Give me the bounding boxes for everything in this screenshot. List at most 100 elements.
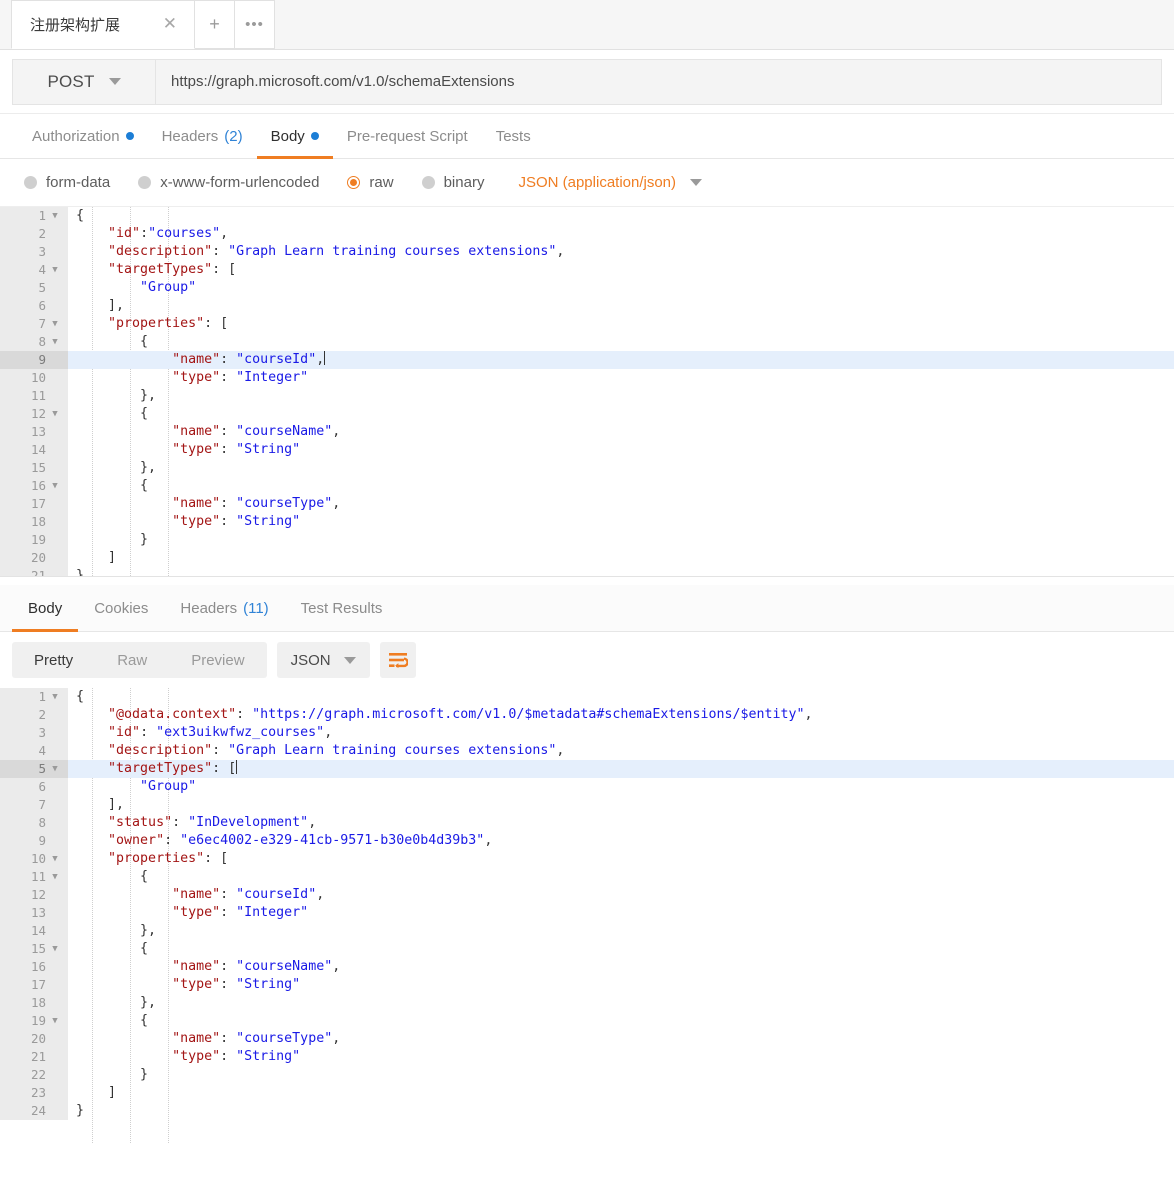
line-gutter: 16▼	[0, 477, 68, 495]
response-tab-headers[interactable]: Headers (11)	[164, 585, 284, 631]
code-line[interactable]: 4▼ "targetTypes": [	[0, 261, 1174, 279]
code-line[interactable]: 2▼ "@odata.context": "https://graph.micr…	[0, 706, 1174, 724]
code-line[interactable]: 16▼ "name": "courseName",	[0, 958, 1174, 976]
fold-arrow-icon[interactable]: ▼	[48, 477, 62, 495]
body-type-form-data[interactable]: form-data	[24, 174, 110, 191]
code-line[interactable]: 12▼ "name": "courseId",	[0, 886, 1174, 904]
new-tab-button[interactable]: +	[195, 0, 235, 49]
code-text: "name": "courseType",	[68, 1030, 1174, 1048]
code-line[interactable]: 19▼ }	[0, 531, 1174, 549]
code-line[interactable]: 1▼{	[0, 207, 1174, 225]
code-line[interactable]: 4▼ "description": "Graph Learn training …	[0, 742, 1174, 760]
code-line[interactable]: 21▼}	[0, 567, 1174, 577]
more-options-icon[interactable]: •••	[235, 0, 275, 49]
code-line[interactable]: 8▼ {	[0, 333, 1174, 351]
line-number: 16	[31, 477, 48, 495]
line-gutter: 21▼	[0, 1048, 68, 1066]
code-text: "targetTypes": [	[68, 261, 1174, 279]
word-wrap-icon[interactable]	[380, 642, 416, 678]
code-line[interactable]: 11▼ },	[0, 387, 1174, 405]
line-gutter: 10▼	[0, 850, 68, 868]
line-gutter: 4▼	[0, 261, 68, 279]
code-line[interactable]: 15▼ },	[0, 459, 1174, 477]
fold-arrow-icon[interactable]: ▼	[48, 207, 62, 225]
tab-headers[interactable]: Headers (2)	[148, 114, 257, 158]
code-line[interactable]: 24▼}	[0, 1102, 1174, 1120]
tab-tests[interactable]: Tests	[482, 114, 545, 158]
response-tab-body[interactable]: Body	[12, 585, 78, 631]
code-line[interactable]: 6▼ ],	[0, 297, 1174, 315]
tab-authorization[interactable]: Authorization	[18, 114, 148, 158]
code-line[interactable]: 11▼ {	[0, 868, 1174, 886]
code-line[interactable]: 8▼ "status": "InDevelopment",	[0, 814, 1174, 832]
response-view-preview[interactable]: Preview	[169, 642, 266, 678]
response-tab-test-results[interactable]: Test Results	[285, 585, 399, 631]
line-number: 5	[38, 279, 48, 297]
line-number: 14	[31, 922, 48, 940]
response-view-raw[interactable]: Raw	[95, 642, 169, 678]
request-tab[interactable]: 注册架构扩展 ✕	[11, 0, 195, 49]
code-line[interactable]: 18▼ "type": "String"	[0, 513, 1174, 531]
code-line[interactable]: 7▼ ],	[0, 796, 1174, 814]
response-tab-cookies[interactable]: Cookies	[78, 585, 164, 631]
code-line[interactable]: 9▼ "owner": "e6ec4002-e329-41cb-9571-b30…	[0, 832, 1174, 850]
code-line[interactable]: 1▼{	[0, 688, 1174, 706]
fold-arrow-icon[interactable]: ▼	[48, 760, 62, 778]
request-body-editor[interactable]: 1▼{2▼ "id":"courses",3▼ "description": "…	[0, 207, 1174, 577]
code-line[interactable]: 5▼ "Group"	[0, 279, 1174, 297]
content-type-select[interactable]: JSON (application/json)	[518, 174, 702, 191]
url-input[interactable]: https://graph.microsoft.com/v1.0/schemaE…	[156, 60, 1161, 104]
close-icon[interactable]: ✕	[160, 16, 180, 33]
code-line[interactable]: 14▼ },	[0, 922, 1174, 940]
fold-arrow-icon[interactable]: ▼	[48, 850, 62, 868]
tab-tests-label: Tests	[496, 128, 531, 145]
fold-arrow-icon[interactable]: ▼	[48, 1012, 62, 1030]
tab-pre-request-script[interactable]: Pre-request Script	[333, 114, 482, 158]
code-line[interactable]: 20▼ "name": "courseType",	[0, 1030, 1174, 1048]
tab-body[interactable]: Body	[257, 114, 333, 158]
body-type-urlencoded[interactable]: x-www-form-urlencoded	[138, 174, 319, 191]
fold-arrow-icon[interactable]: ▼	[48, 333, 62, 351]
response-view-pretty[interactable]: Pretty	[12, 642, 95, 678]
code-line[interactable]: 2▼ "id":"courses",	[0, 225, 1174, 243]
request-tab-title: 注册架构扩展	[30, 14, 160, 35]
fold-arrow-icon[interactable]: ▼	[48, 868, 62, 886]
fold-arrow-icon[interactable]: ▼	[48, 688, 62, 706]
code-line[interactable]: 19▼ {	[0, 1012, 1174, 1030]
line-number: 8	[38, 333, 48, 351]
code-line[interactable]: 10▼ "type": "Integer"	[0, 369, 1174, 387]
response-body-editor[interactable]: 1▼{2▼ "@odata.context": "https://graph.m…	[0, 688, 1174, 1143]
code-text: {	[68, 1012, 1174, 1030]
fold-arrow-icon[interactable]: ▼	[48, 261, 62, 279]
code-line[interactable]: 6▼ "Group"	[0, 778, 1174, 796]
code-line[interactable]: 13▼ "name": "courseName",	[0, 423, 1174, 441]
request-tab-strip: 注册架构扩展 ✕ + •••	[0, 0, 1174, 50]
fold-arrow-icon[interactable]: ▼	[48, 315, 62, 333]
code-line[interactable]: 20▼ ]	[0, 549, 1174, 567]
code-line[interactable]: 17▼ "name": "courseType",	[0, 495, 1174, 513]
request-section-tabs: Authorization Headers (2) Body Pre-reque…	[0, 114, 1174, 159]
body-type-raw[interactable]: raw	[347, 174, 393, 191]
response-format-select[interactable]: JSON	[277, 642, 370, 678]
code-line[interactable]: 22▼ }	[0, 1066, 1174, 1084]
code-line[interactable]: 21▼ "type": "String"	[0, 1048, 1174, 1066]
code-line[interactable]: 3▼ "description": "Graph Learn training …	[0, 243, 1174, 261]
http-method-select[interactable]: POST	[13, 60, 156, 104]
code-line[interactable]: 10▼ "properties": [	[0, 850, 1174, 868]
code-line[interactable]: 9▼ "name": "courseId",	[0, 351, 1174, 369]
code-line[interactable]: 17▼ "type": "String"	[0, 976, 1174, 994]
code-line[interactable]: 7▼ "properties": [	[0, 315, 1174, 333]
line-number: 2	[38, 706, 48, 724]
code-line[interactable]: 5▼ "targetTypes": [	[0, 760, 1174, 778]
fold-arrow-icon[interactable]: ▼	[48, 940, 62, 958]
code-line[interactable]: 13▼ "type": "Integer"	[0, 904, 1174, 922]
fold-arrow-icon[interactable]: ▼	[48, 405, 62, 423]
code-line[interactable]: 23▼ ]	[0, 1084, 1174, 1102]
body-type-binary[interactable]: binary	[422, 174, 485, 191]
code-line[interactable]: 16▼ {	[0, 477, 1174, 495]
code-line[interactable]: 12▼ {	[0, 405, 1174, 423]
code-line[interactable]: 3▼ "id": "ext3uikwfwz_courses",	[0, 724, 1174, 742]
code-line[interactable]: 18▼ },	[0, 994, 1174, 1012]
code-line[interactable]: 14▼ "type": "String"	[0, 441, 1174, 459]
code-line[interactable]: 15▼ {	[0, 940, 1174, 958]
